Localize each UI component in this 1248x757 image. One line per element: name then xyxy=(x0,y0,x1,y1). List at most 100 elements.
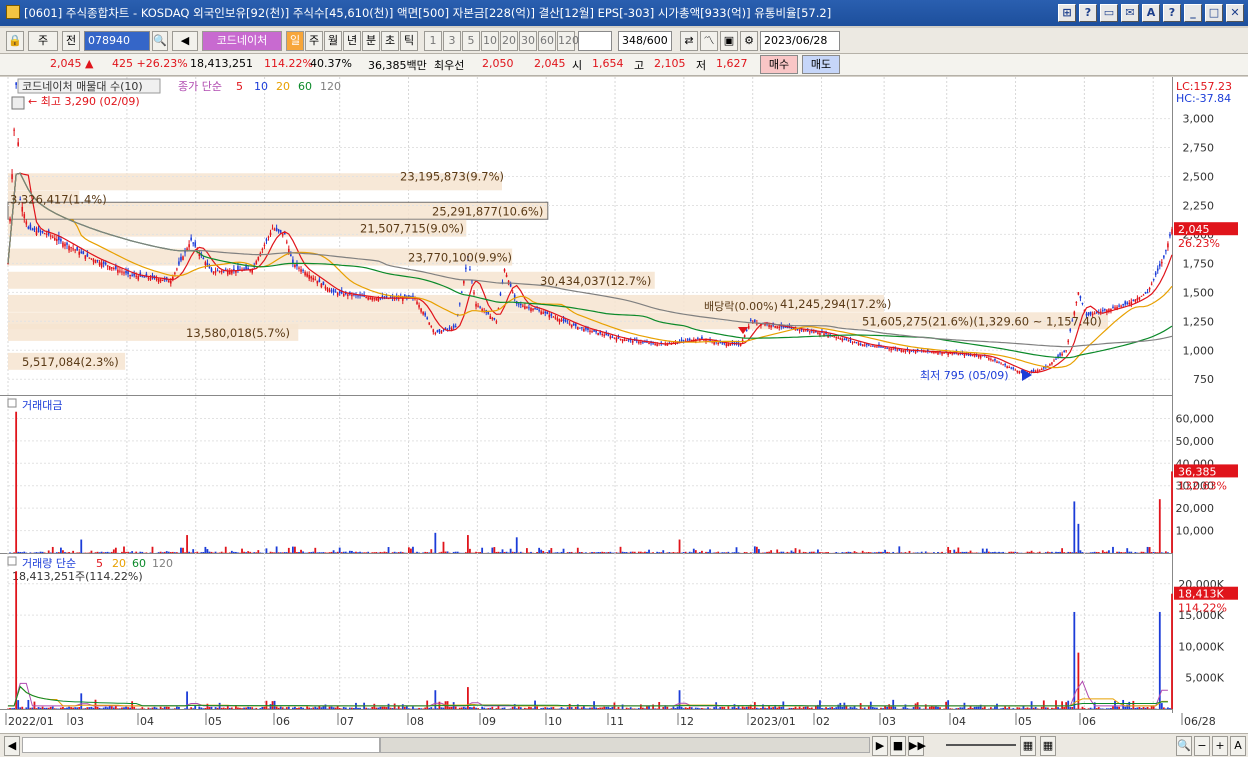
volume-bar xyxy=(821,707,823,709)
candle-body xyxy=(261,248,264,250)
volume-bar xyxy=(721,706,724,709)
window-button-5[interactable]: ? xyxy=(1163,4,1181,22)
period-tab-4[interactable]: 분 xyxy=(362,31,380,51)
volume-bar xyxy=(935,706,937,709)
range-select[interactable] xyxy=(578,31,612,51)
volume-bar xyxy=(412,706,414,709)
window-button-2[interactable]: ▭ xyxy=(1100,4,1118,22)
candle-body xyxy=(318,279,321,283)
volume-ma-label-5: 5 xyxy=(96,557,103,570)
search-icon[interactable]: 🔍 xyxy=(152,31,168,51)
layout-icon[interactable]: ▦ xyxy=(1020,736,1036,756)
period-tab-0[interactable]: 일 xyxy=(286,31,304,51)
play-icon[interactable]: ▶ xyxy=(872,736,888,756)
zoom-slider[interactable] xyxy=(946,744,1016,746)
candle-body xyxy=(342,293,345,297)
candle-body xyxy=(131,274,133,276)
amount-bar xyxy=(491,547,494,553)
amount-bar xyxy=(876,552,878,553)
volume-bar xyxy=(949,708,952,709)
period-tab-3[interactable]: 년 xyxy=(343,31,361,51)
window-button-0[interactable]: ⊞ xyxy=(1058,4,1076,22)
volume-ma-label-120: 120 xyxy=(152,557,173,570)
plus-icon[interactable]: + xyxy=(1212,736,1228,756)
period-tab-2[interactable]: 월 xyxy=(324,31,342,51)
prev-button[interactable]: 전 xyxy=(62,31,80,51)
interval-tab-3[interactable]: 10 xyxy=(481,31,499,51)
candle-body xyxy=(1132,299,1135,301)
save-icon[interactable]: ▣ xyxy=(720,31,738,51)
candle-body xyxy=(204,262,207,266)
chart-svg[interactable]: 3,0002,7502,5002,2502,0001,7501,5001,250… xyxy=(0,77,1248,733)
scroll-left-icon[interactable]: ◀ xyxy=(4,736,20,756)
volume-bar xyxy=(727,706,730,709)
volume-bar xyxy=(703,708,705,709)
candle-body xyxy=(489,316,492,319)
window-button-8[interactable]: ✕ xyxy=(1226,4,1244,22)
date-input[interactable]: 2023/06/28 xyxy=(760,31,840,51)
stock-code-input[interactable]: 078940 xyxy=(84,31,150,51)
volume-bar xyxy=(25,707,28,709)
candle-body xyxy=(80,251,83,253)
lock-icon[interactable]: 🔒 xyxy=(6,31,24,51)
window-button-1[interactable]: ? xyxy=(1079,4,1097,22)
chart-icon[interactable]: 〽 xyxy=(700,31,718,51)
chart-area[interactable]: 3,0002,7502,5002,2502,0001,7501,5001,250… xyxy=(0,77,1248,733)
interval-tab-6[interactable]: 60 xyxy=(538,31,556,51)
sell-button[interactable]: 매도 xyxy=(802,55,840,74)
layout2-icon[interactable]: ▦ xyxy=(1040,736,1056,756)
amount-bar xyxy=(123,546,125,553)
interval-tab-5[interactable]: 30 xyxy=(519,31,537,51)
amount-bar xyxy=(328,552,331,553)
bar-count[interactable]: 348/600 xyxy=(618,31,672,51)
interval-tab-0[interactable]: 1 xyxy=(424,31,442,51)
volume-bar xyxy=(1167,707,1169,709)
amount-bar xyxy=(395,552,398,553)
zoom-icon[interactable]: 🔍 xyxy=(1176,736,1192,756)
speaker-icon[interactable]: ◀ xyxy=(172,31,198,51)
scroll-thumb[interactable] xyxy=(380,737,870,753)
window-button-7[interactable]: □ xyxy=(1205,4,1223,22)
amount-bar xyxy=(245,552,247,553)
interval-tab-1[interactable]: 3 xyxy=(443,31,461,51)
scroll-track[interactable] xyxy=(22,737,380,753)
volume-profile-label-8: 13,580,018(5.7%) xyxy=(186,326,290,340)
window-button-6[interactable]: _ xyxy=(1184,4,1202,22)
candle-body xyxy=(861,344,864,347)
minus-icon[interactable]: − xyxy=(1194,736,1210,756)
volume-bar xyxy=(84,708,87,709)
candle-body xyxy=(434,332,437,334)
window-button-3[interactable]: ✉ xyxy=(1121,4,1139,22)
interval-tab-4[interactable]: 20 xyxy=(500,31,518,51)
candle-body xyxy=(78,251,81,255)
volume-bar xyxy=(837,704,840,709)
amount-bar xyxy=(916,552,919,553)
volume-profile-label-2: 25,291,877(10.6%) xyxy=(432,204,543,218)
volume-bar xyxy=(151,707,154,709)
interval-tab-2[interactable]: 5 xyxy=(462,31,480,51)
volume-bar xyxy=(631,708,634,709)
amount-bar xyxy=(342,551,345,553)
market-select[interactable]: 주 xyxy=(28,31,58,51)
buy-button[interactable]: 매수 xyxy=(760,55,798,74)
amount-bar xyxy=(987,551,990,553)
period-tab-6[interactable]: 틱 xyxy=(400,31,418,51)
best-quote-label: 최우선 xyxy=(434,59,465,72)
window-button-4[interactable]: A xyxy=(1142,4,1160,22)
period-tab-5[interactable]: 초 xyxy=(381,31,399,51)
fast-forward-icon[interactable]: ▶▶ xyxy=(908,736,926,756)
gear-icon[interactable]: ⚙ xyxy=(740,31,758,51)
swap-icon[interactable]: ⇄ xyxy=(680,31,698,51)
candle-body xyxy=(369,297,372,300)
interval-tab-7[interactable]: 120 xyxy=(557,31,579,51)
candle-body xyxy=(442,330,445,332)
stop-icon[interactable]: ■ xyxy=(890,736,906,756)
volume-bar xyxy=(580,707,583,709)
candle-body xyxy=(54,237,56,241)
font-icon[interactable]: A xyxy=(1230,736,1246,756)
amount-bar xyxy=(108,552,111,553)
candle-body xyxy=(967,354,970,356)
period-tab-1[interactable]: 주 xyxy=(305,31,323,51)
best-sell: 2,050 xyxy=(482,57,514,70)
amount-bar xyxy=(330,551,333,553)
